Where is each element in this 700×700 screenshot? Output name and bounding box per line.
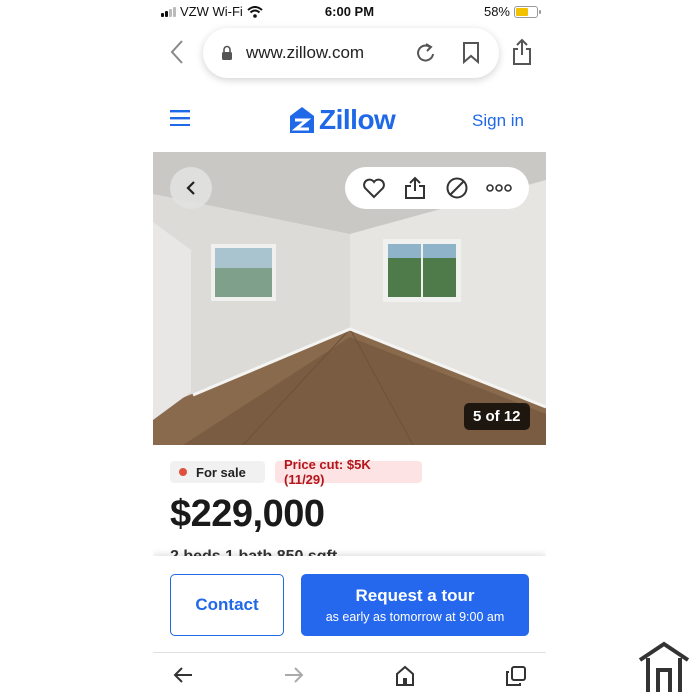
battery-percent: 58%	[483, 4, 510, 19]
price-cut-label: Price cut: $5K (11/29)	[284, 457, 371, 487]
request-tour-button[interactable]: Request a tour as early as tomorrow at 9…	[301, 574, 529, 636]
request-tour-label: Request a tour	[355, 586, 475, 605]
browser-back-icon[interactable]	[169, 38, 185, 66]
contact-button[interactable]: Contact	[170, 574, 284, 636]
share-icon[interactable]	[403, 176, 427, 200]
tabs-icon[interactable]	[505, 665, 527, 687]
lock-icon	[222, 45, 232, 60]
listing-price: $229,000	[170, 493, 325, 535]
url-text[interactable]: www.zillow.com	[246, 43, 364, 63]
photo-counter: 5 of 12	[464, 403, 530, 430]
hamburger-menu-icon[interactable]	[170, 110, 190, 126]
photo-actions	[345, 167, 529, 209]
status-badge: For sale	[170, 461, 265, 483]
reload-icon[interactable]	[415, 41, 437, 65]
status-bar: VZW Wi-Fi 6:00 PM 58%	[153, 0, 546, 24]
house-outline-icon	[638, 641, 690, 692]
sign-in-link[interactable]: Sign in	[472, 111, 524, 131]
brand-name: Zillow	[319, 104, 396, 135]
address-bar[interactable]: www.zillow.com	[203, 28, 499, 78]
browser-share-icon[interactable]	[511, 38, 533, 66]
bookmark-icon[interactable]	[462, 41, 480, 65]
zillow-logo[interactable]: Zillow	[289, 104, 396, 136]
home-icon[interactable]	[395, 665, 415, 687]
chevron-left-icon	[186, 181, 195, 195]
battery-icon	[514, 5, 541, 18]
more-options-icon[interactable]	[486, 183, 513, 193]
listing-photo[interactable]: 5 of 12	[153, 152, 546, 445]
price-cut-badge: Price cut: $5K (11/29)	[275, 457, 422, 487]
browser-bottom-nav	[153, 652, 546, 700]
zillow-logo-icon	[290, 107, 314, 133]
phone-screen: VZW Wi-Fi 6:00 PM 58% www.zillow.com Zil…	[153, 0, 546, 700]
heart-icon[interactable]	[362, 177, 386, 199]
photo-back-button[interactable]	[170, 167, 212, 209]
forward-arrow-icon[interactable]	[283, 665, 305, 685]
back-arrow-icon[interactable]	[172, 665, 194, 685]
tour-subtext: as early as tomorrow at 9:00 am	[325, 610, 505, 624]
status-label: For sale	[196, 464, 246, 480]
cta-bar: Contact Request a tour as early as tomor…	[153, 556, 546, 652]
status-right: 58%	[483, 4, 541, 19]
status-dot-icon	[179, 468, 187, 476]
hide-icon[interactable]	[445, 176, 469, 200]
